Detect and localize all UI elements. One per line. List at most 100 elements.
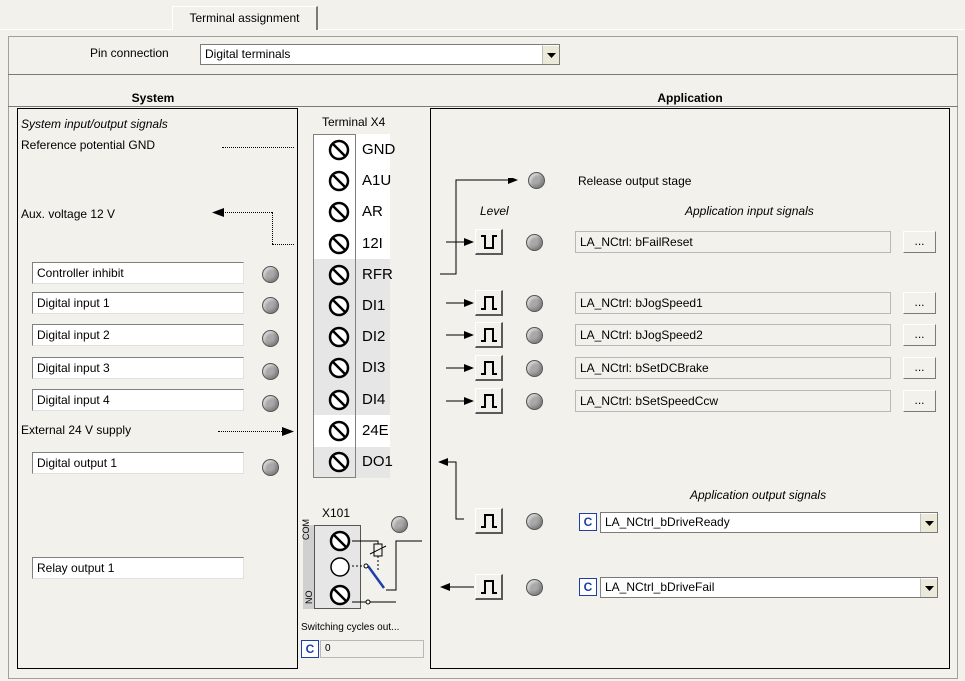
section-divider (8, 106, 958, 107)
input-signal-led (526, 360, 543, 377)
drive-ready-select[interactable]: LA_NCtrl_bDriveReady (600, 512, 938, 533)
input-signal-field: LA_NCtrl: bSetDCBrake (575, 357, 891, 379)
pulse-icon (480, 327, 497, 342)
input-signal-field: LA_NCtrl: bSetSpeedCcw (575, 390, 891, 412)
input-signal-led (526, 393, 543, 410)
chevron-down-icon[interactable] (920, 578, 937, 597)
ext-supply-label: External 24 V supply (21, 423, 132, 437)
relay-wire-arrow-icon (440, 583, 474, 591)
release-output-label: Release output stage (578, 174, 692, 188)
terminal-screw-icon (328, 451, 350, 473)
drive-fail-level-button[interactable] (475, 574, 503, 600)
digital-input-3-led (262, 363, 279, 380)
pin-connection-label: Pin connection (90, 46, 169, 60)
header-divider (8, 74, 958, 75)
chevron-down-icon[interactable] (920, 513, 937, 532)
aux-line-v (272, 212, 273, 244)
terminal-label: AR (362, 203, 383, 220)
digital-input-1-field[interactable]: Digital input 1 (32, 292, 244, 314)
x101-title: X101 (322, 506, 351, 520)
terminal-screw-icon (328, 170, 350, 192)
terminal-label: GND (362, 141, 396, 158)
switching-c-button[interactable]: C (301, 640, 319, 658)
gnd-line (222, 147, 294, 148)
level-toggle-button[interactable] (475, 355, 503, 381)
browse-signal-button[interactable]: ... (903, 231, 936, 253)
level-toggle-button[interactable] (475, 322, 503, 348)
chevron-down-icon[interactable] (542, 45, 559, 64)
terminal-label: 24E (362, 422, 389, 439)
terminal-screw-icon (328, 264, 350, 286)
terminal-label: DI2 (362, 328, 386, 345)
level-toggle-button[interactable] (475, 388, 503, 414)
level-toggle-button[interactable] (475, 290, 503, 316)
input-signal-field: LA_NCtrl: bFailReset (575, 231, 891, 253)
relay-switch-icon (352, 540, 422, 605)
arrow-right-icon (446, 238, 474, 246)
release-output-led (528, 172, 545, 189)
terminal-screw-icon (328, 420, 350, 442)
relay-no-label: NO (304, 590, 314, 605)
input-signal-field: LA_NCtrl: bJogSpeed1 (575, 292, 891, 314)
browse-signal-button[interactable]: ... (903, 357, 936, 379)
relay-circle-icon (330, 557, 350, 577)
terminal-label: 12I (362, 235, 383, 252)
pulse-icon (480, 295, 497, 310)
arrow-right-icon (446, 364, 474, 372)
terminal-screw-icon (328, 389, 350, 411)
digital-input-3-field[interactable]: Digital input 3 (32, 357, 244, 379)
digital-output-1-field[interactable]: Digital output 1 (32, 452, 244, 474)
arrow-right-icon (446, 299, 474, 307)
input-signal-field: LA_NCtrl: bJogSpeed2 (575, 324, 891, 346)
browse-signal-button[interactable]: ... (903, 390, 936, 412)
drive-fail-value: LA_NCtrl_bDriveFail (605, 580, 715, 594)
pulse-icon (480, 234, 497, 249)
level-label: Level (480, 204, 509, 218)
input-signal-led (526, 295, 543, 312)
terminal-label: A1U (362, 172, 392, 189)
drive-fail-c-button[interactable]: C (579, 578, 597, 596)
pulse-icon (480, 513, 497, 528)
terminal-screw-icon (328, 326, 350, 348)
terminal-screw-icon (328, 357, 350, 379)
relay-screw-no-icon (329, 584, 351, 606)
pulse-icon (480, 360, 497, 375)
terminal-screw-icon (328, 139, 350, 161)
relay-output-1-field[interactable]: Relay output 1 (32, 557, 244, 579)
output-signals-title: Application output signals (690, 488, 827, 502)
digital-output-1-led (262, 459, 279, 476)
drive-ready-c-button[interactable]: C (579, 513, 597, 531)
level-toggle-button[interactable] (475, 229, 503, 255)
browse-signal-button[interactable]: ... (903, 324, 936, 346)
system-title: System (131, 91, 175, 105)
terminal-screw-icon (328, 295, 350, 317)
digital-input-4-field[interactable]: Digital input 4 (32, 389, 244, 411)
controller-inhibit-field[interactable]: Controller inhibit (32, 262, 244, 284)
do1-wire-icon (438, 458, 464, 520)
input-signal-led (526, 327, 543, 344)
pin-connection-value: Digital terminals (205, 47, 291, 61)
browse-signal-button[interactable]: ... (903, 292, 936, 314)
tab-terminal-assignment[interactable]: Terminal assignment (172, 6, 318, 30)
terminal-label: DI3 (362, 359, 386, 376)
terminal-screw-icon (328, 233, 350, 255)
drive-fail-select[interactable]: LA_NCtrl_bDriveFail (600, 577, 938, 598)
arrow-left-icon (212, 208, 224, 217)
relay-com-label: COM (301, 519, 311, 540)
release-wire-icon (440, 178, 518, 275)
terminal-label: RFR (362, 266, 393, 283)
digital-input-1-led (262, 297, 279, 314)
arrow-right-icon (282, 427, 294, 436)
relay-screw-com-icon (329, 530, 351, 552)
drive-ready-value: LA_NCtrl_bDriveReady (605, 515, 730, 529)
pulse-icon (480, 579, 497, 594)
pin-connection-select[interactable]: Digital terminals (200, 44, 560, 65)
digital-input-2-field[interactable]: Digital input 2 (32, 324, 244, 346)
ext-supply-line (218, 431, 284, 432)
drive-ready-level-button[interactable] (475, 508, 503, 534)
terminal-x4-title: Terminal X4 (322, 115, 386, 129)
input-signal-led (526, 234, 543, 251)
switching-cycles-label: Switching cycles out... (301, 622, 400, 633)
digital-input-4-led (262, 395, 279, 412)
application-title: Application (657, 91, 723, 105)
